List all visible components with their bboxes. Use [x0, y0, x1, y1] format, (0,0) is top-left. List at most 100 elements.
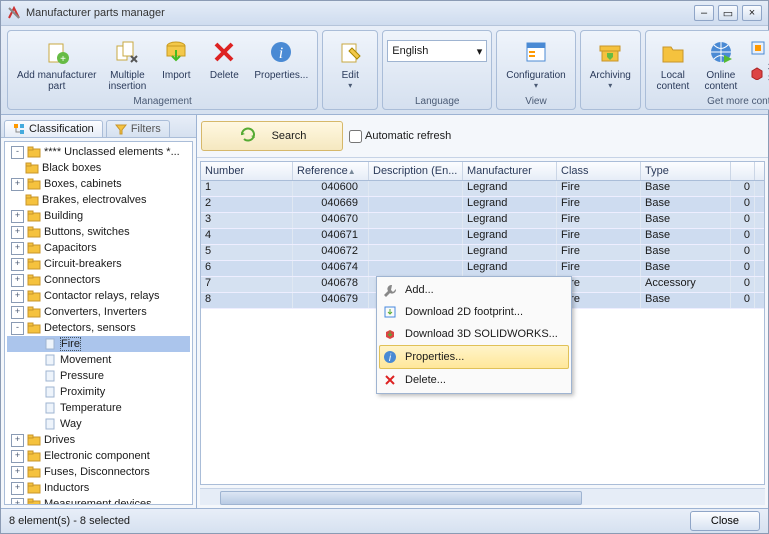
group-label-language: Language	[387, 94, 487, 107]
properties-button[interactable]: iProperties...	[249, 34, 313, 94]
tree-label: Pressure	[60, 370, 104, 382]
tree-item[interactable]: +Connectors	[7, 272, 190, 288]
column-header[interactable]: Number	[201, 162, 293, 180]
expand-toggle[interactable]: +	[11, 226, 24, 239]
multiple-insertion-button[interactable]: Multiple insertion	[104, 34, 152, 94]
tree-label: Capacitors	[44, 242, 97, 254]
column-header[interactable]	[731, 162, 755, 180]
tree-item[interactable]: +Converters, Inverters	[7, 304, 190, 320]
tab-filters[interactable]: Filters	[106, 120, 170, 137]
tree-item[interactable]: +Inductors	[7, 480, 190, 496]
group-label-content: Get more content	[650, 94, 769, 107]
expand-toggle[interactable]: +	[11, 466, 24, 479]
close-button[interactable]: Close	[690, 511, 760, 531]
tree-item[interactable]: Proximity	[7, 384, 190, 400]
context-menu-item[interactable]: Add...	[379, 279, 569, 301]
delete-button[interactable]: Delete	[201, 34, 247, 94]
expand-toggle[interactable]: +	[11, 290, 24, 303]
tree-label: Detectors, sensors	[44, 322, 136, 334]
local-content-button[interactable]: Local content	[650, 34, 696, 94]
classification-tree[interactable]: -**** Unclassed elements *...Black boxes…	[4, 141, 193, 505]
solidworks-3d-icon	[750, 65, 764, 81]
tree-label: Contactor relays, relays	[44, 290, 160, 302]
tree-item[interactable]: +Fuses, Disconnectors	[7, 464, 190, 480]
table-row[interactable]: 2040669LegrandFireBase0	[201, 197, 764, 213]
configuration-button[interactable]: Configuration▾	[501, 34, 570, 94]
tree-item[interactable]: +Boxes, cabinets	[7, 176, 190, 192]
folder-open-icon	[657, 36, 689, 68]
tree-item[interactable]: Pressure	[7, 368, 190, 384]
ribbon-group-edit: Edit▾	[322, 30, 378, 110]
expand-toggle[interactable]: -	[11, 146, 24, 159]
tree-label: Proximity	[60, 386, 105, 398]
tree-item[interactable]: Black boxes	[7, 160, 190, 176]
2d-footprints-button[interactable]: 2D footprints	[746, 38, 769, 58]
tree-item[interactable]: + Contactor relays, relays	[7, 288, 190, 304]
context-menu-item[interactable]: iProperties...	[379, 345, 569, 369]
tree-item[interactable]: +Electronic component	[7, 448, 190, 464]
tree-item[interactable]: Way	[7, 416, 190, 432]
expand-toggle[interactable]: +	[11, 306, 24, 319]
grid-header[interactable]: NumberReference ▲Description (En...Manuf…	[201, 162, 764, 181]
tree-item[interactable]: Movement	[7, 352, 190, 368]
column-header[interactable]: Description (En...	[369, 162, 463, 180]
tree-item[interactable]: Brakes, electrovalves	[7, 192, 190, 208]
online-content-button[interactable]: Online content	[698, 34, 744, 94]
expand-toggle[interactable]: +	[11, 434, 24, 447]
item-icon	[43, 418, 57, 430]
table-row[interactable]: 5040672LegrandFireBase0	[201, 245, 764, 261]
tree-item[interactable]: +Buttons, switches	[7, 224, 190, 240]
tree-item[interactable]: +Building	[7, 208, 190, 224]
archive-icon	[594, 36, 626, 68]
tree-item[interactable]: + Capacitors	[7, 240, 190, 256]
automatic-refresh-checkbox[interactable]: Automatic refresh	[349, 130, 451, 143]
tree-label: Movement	[60, 354, 111, 366]
table-row[interactable]: 3040670LegrandFireBase0	[201, 213, 764, 229]
context-menu-item[interactable]: Download 3D SOLIDWORKS...	[379, 323, 569, 345]
scrollbar-thumb[interactable]	[220, 491, 582, 505]
language-combo[interactable]: English▾	[387, 40, 487, 62]
edit-dropdown-button[interactable]: Edit▾	[327, 34, 373, 94]
tree-item[interactable]: +Measurement devices	[7, 496, 190, 505]
expand-toggle[interactable]: +	[11, 482, 24, 495]
expand-toggle[interactable]: +	[11, 210, 24, 223]
context-menu[interactable]: Add...Download 2D footprint...Download 3…	[376, 276, 572, 394]
table-row[interactable]: 4040671LegrandFireBase0	[201, 229, 764, 245]
horizontal-scrollbar[interactable]	[200, 488, 765, 505]
minimize-button[interactable]: –	[694, 5, 714, 21]
expand-toggle[interactable]: +	[11, 242, 24, 255]
search-button[interactable]: Search	[201, 121, 343, 151]
tree-item[interactable]: - Detectors, sensors	[7, 320, 190, 336]
tree-item[interactable]: -**** Unclassed elements *...	[7, 144, 190, 160]
context-menu-item[interactable]: Download 2D footprint...	[379, 301, 569, 323]
close-window-button[interactable]: ×	[742, 5, 762, 21]
tree-item[interactable]: Fire	[7, 336, 190, 352]
3d-solidworks-button[interactable]: 3D SOLIDWORKS	[746, 60, 769, 86]
expand-toggle[interactable]: +	[11, 178, 24, 191]
folder-icon	[27, 498, 41, 505]
import-button[interactable]: Import	[153, 34, 199, 94]
table-row[interactable]: 1040600LegrandFireBase0	[201, 181, 764, 197]
add-part-icon: +	[41, 36, 73, 68]
edit-icon	[334, 36, 366, 68]
maximize-button[interactable]: ▭	[718, 5, 738, 21]
context-menu-item[interactable]: Delete...	[379, 369, 569, 391]
tree-item[interactable]: +Drives	[7, 432, 190, 448]
group-label-view: View	[501, 94, 570, 107]
folder-icon	[27, 178, 41, 190]
add-manufacturer-part-button[interactable]: +Add manufacturer part	[12, 34, 102, 94]
archiving-button[interactable]: Archiving▾	[585, 34, 636, 94]
table-row[interactable]: 6040674LegrandFireBase0	[201, 261, 764, 277]
expand-toggle[interactable]: +	[11, 274, 24, 287]
tree-item[interactable]: Temperature	[7, 400, 190, 416]
column-header[interactable]: Type	[641, 162, 731, 180]
column-header[interactable]: Class	[557, 162, 641, 180]
expand-toggle[interactable]: +	[11, 498, 24, 506]
tree-item[interactable]: +Circuit-breakers	[7, 256, 190, 272]
expand-toggle[interactable]: +	[11, 450, 24, 463]
expand-toggle[interactable]: +	[11, 258, 24, 271]
column-header[interactable]: Manufacturer	[463, 162, 557, 180]
tab-classification[interactable]: Classification	[4, 120, 103, 137]
column-header[interactable]: Reference ▲	[293, 162, 369, 180]
expand-toggle[interactable]: -	[11, 322, 24, 335]
